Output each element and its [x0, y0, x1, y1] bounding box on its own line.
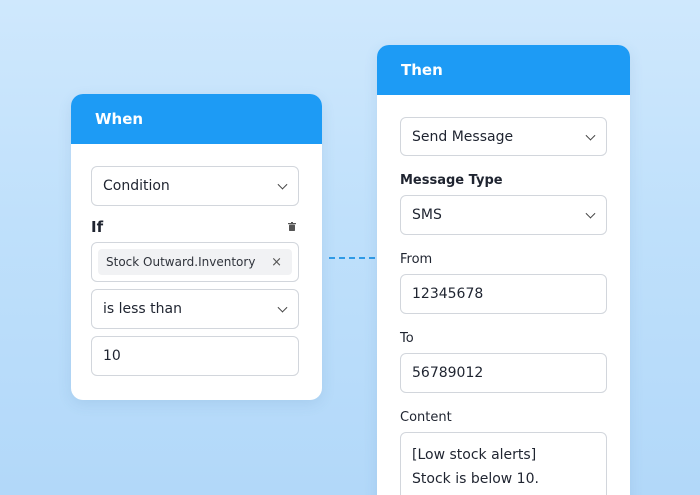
operator-value: is less than: [103, 301, 182, 317]
field-chip: Stock Outward.Inventory ×: [98, 249, 292, 275]
then-card: Then Send Message Message Type SMS From …: [377, 45, 630, 495]
message-type-select[interactable]: SMS: [400, 195, 607, 235]
flow-connector: [329, 257, 375, 259]
field-chip-label: Stock Outward.Inventory: [106, 255, 256, 269]
trigger-type-select[interactable]: Condition: [91, 166, 299, 206]
content-textarea[interactable]: [Low stock alerts] Stock is below 10.: [400, 432, 607, 495]
operator-select[interactable]: is less than: [91, 289, 299, 329]
from-value: 12345678: [412, 286, 484, 302]
chevron-down-icon: [585, 130, 596, 141]
chevron-down-icon: [277, 302, 288, 313]
message-type-label: Message Type: [400, 173, 503, 188]
condition-field-select[interactable]: Stock Outward.Inventory ×: [91, 242, 299, 282]
to-value: 56789012: [412, 365, 484, 381]
close-icon[interactable]: ×: [271, 255, 282, 270]
when-card: When Condition If Stock Outward.Inventor…: [71, 94, 322, 400]
to-label: To: [400, 331, 414, 346]
from-input[interactable]: 12345678: [400, 274, 607, 314]
message-type-value: SMS: [412, 207, 442, 223]
condition-value-input[interactable]: 10: [91, 336, 299, 376]
condition-value: 10: [103, 348, 121, 364]
when-header: When: [71, 94, 322, 144]
action-value: Send Message: [412, 128, 514, 145]
then-header: Then: [377, 45, 630, 95]
trash-icon[interactable]: [288, 222, 296, 231]
chevron-down-icon: [277, 179, 288, 190]
content-label: Content: [400, 410, 452, 425]
action-select[interactable]: Send Message: [400, 117, 607, 156]
trigger-type-value: Condition: [103, 178, 170, 194]
chevron-down-icon: [585, 208, 596, 219]
from-label: From: [400, 252, 433, 267]
if-label: If: [91, 218, 104, 236]
to-input[interactable]: 56789012: [400, 353, 607, 393]
